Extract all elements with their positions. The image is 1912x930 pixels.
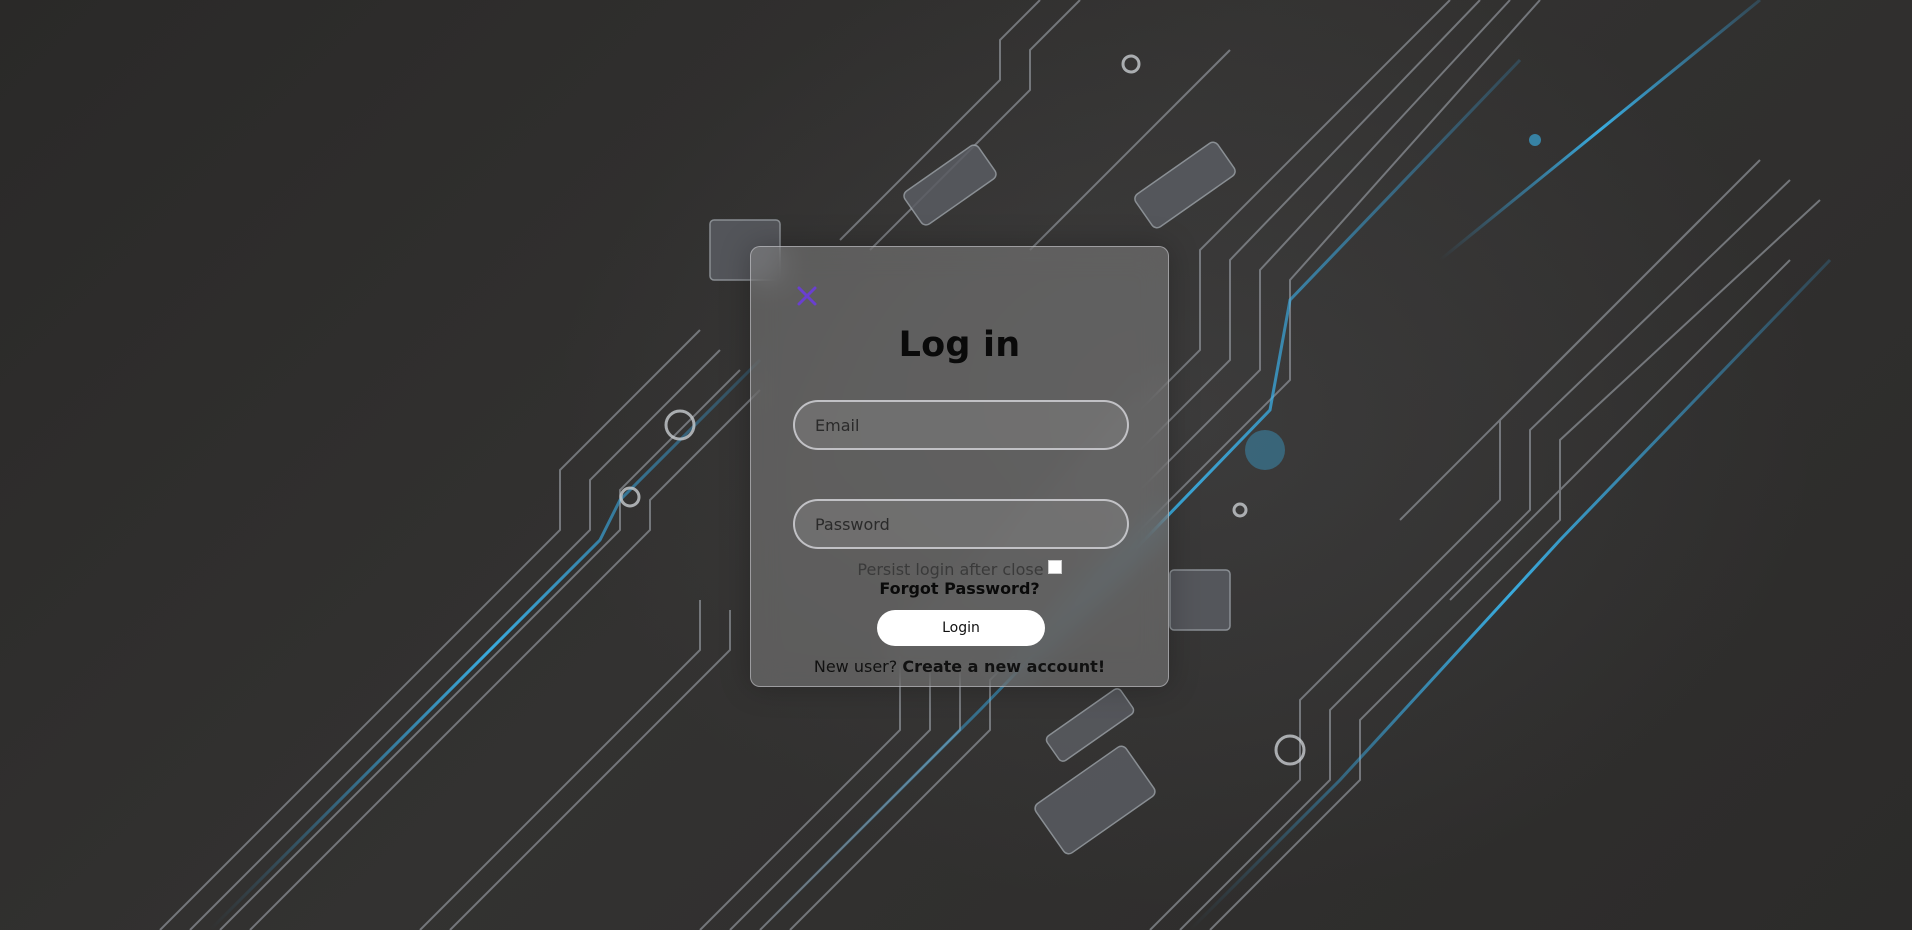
persist-login-checkbox[interactable] [1047, 560, 1062, 574]
create-account-link[interactable]: Create a new account! [902, 657, 1105, 676]
persist-login-label: Persist login after close [857, 560, 1044, 579]
email-field[interactable] [793, 400, 1129, 450]
login-modal: Log in Persist login after close Forgot … [750, 246, 1169, 687]
persist-login-row: Persist login after close [751, 560, 1168, 579]
forgot-password-link[interactable]: Forgot Password? [751, 579, 1168, 598]
page-title: Log in [898, 325, 1021, 365]
close-icon[interactable] [794, 283, 820, 309]
signup-row: New user? Create a new account! [751, 657, 1168, 676]
login-button[interactable]: Login [877, 610, 1045, 646]
new-user-text: New user? [813, 657, 898, 676]
password-field[interactable] [793, 499, 1129, 549]
